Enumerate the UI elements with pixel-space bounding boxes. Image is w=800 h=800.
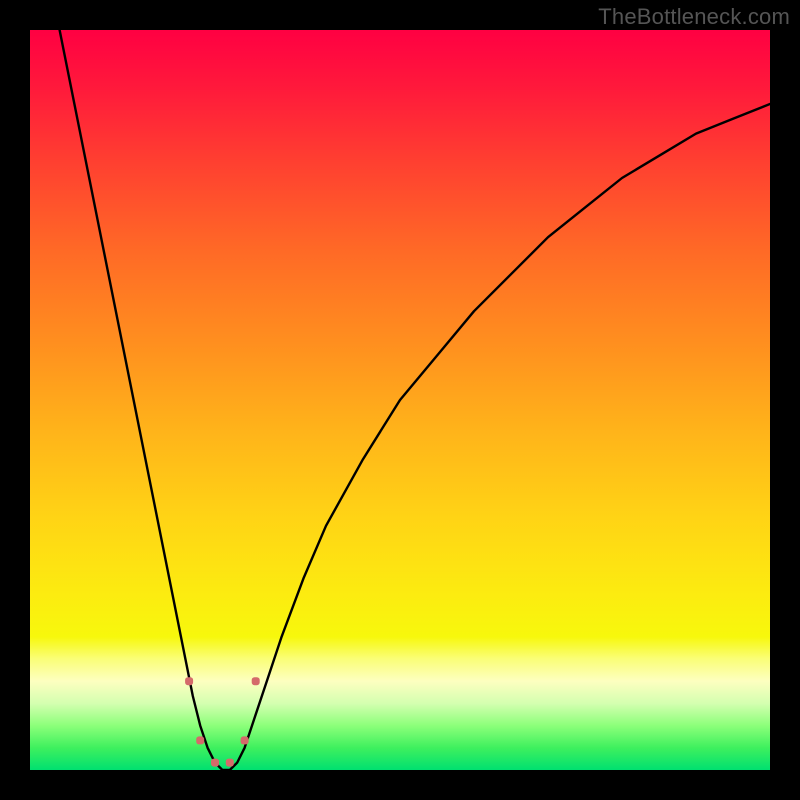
curve-marker <box>185 677 193 685</box>
curve-marker <box>252 677 260 685</box>
curve-marker <box>241 736 249 744</box>
curve-marker <box>211 759 219 767</box>
curve-markers <box>185 677 260 766</box>
chart-frame: TheBottleneck.com <box>0 0 800 800</box>
curve-marker <box>196 736 204 744</box>
watermark-text: TheBottleneck.com <box>598 4 790 30</box>
bottleneck-curve <box>60 30 770 770</box>
curve-marker <box>226 759 234 767</box>
chart-svg <box>30 30 770 770</box>
plot-area <box>30 30 770 770</box>
